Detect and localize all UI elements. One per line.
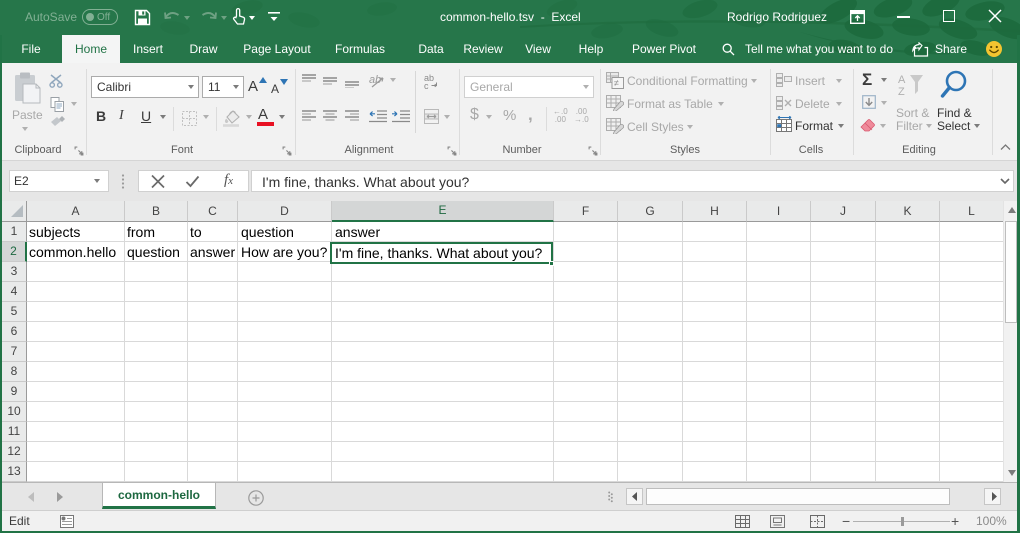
svg-text:A: A [898, 74, 906, 86]
svg-text:≠: ≠ [614, 78, 619, 88]
svg-text:c: c [424, 81, 429, 89]
svg-text:Z: Z [898, 86, 905, 98]
